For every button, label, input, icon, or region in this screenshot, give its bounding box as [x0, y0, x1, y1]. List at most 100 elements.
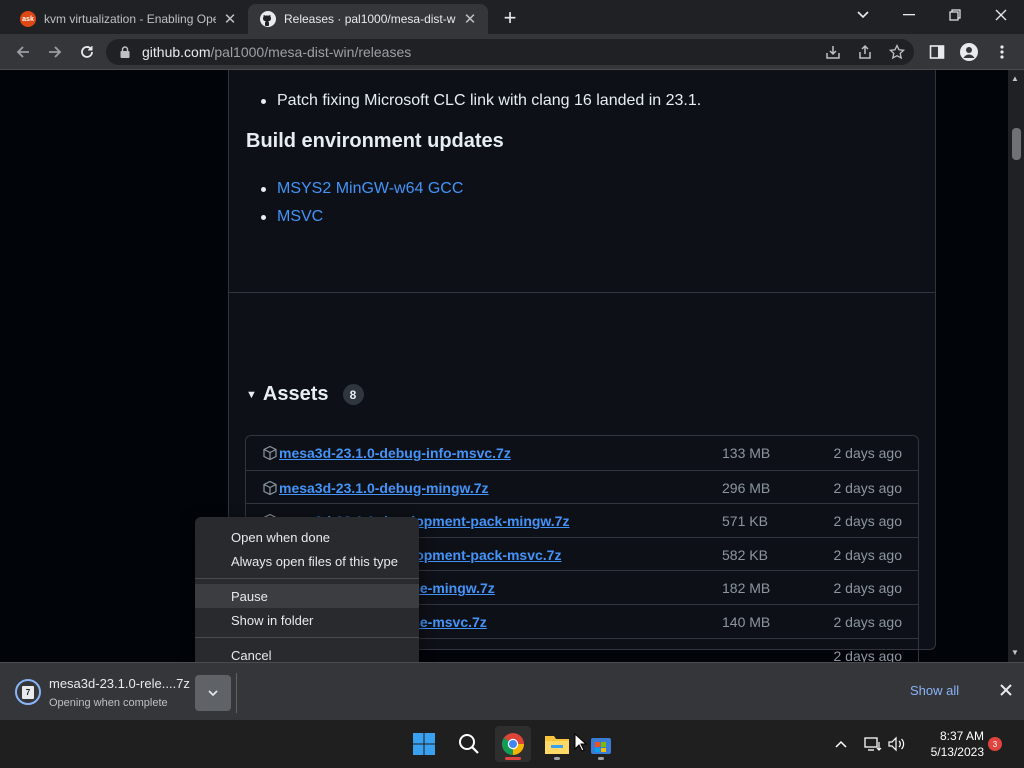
share-icon[interactable]	[852, 39, 878, 65]
new-tab-button[interactable]: +	[498, 5, 522, 30]
screen: ask kvm virtualization - Enabling Ope ✕ …	[0, 0, 1024, 768]
start-button[interactable]	[406, 726, 442, 762]
tab-search-icon[interactable]	[840, 0, 886, 30]
tab-title: Releases · pal1000/mesa-dist-win	[284, 12, 456, 26]
asset-date: 2 days ago	[833, 647, 903, 662]
menu-item-show-in-folder[interactable]: Show in folder	[195, 608, 419, 632]
asset-date: 2 days ago	[833, 613, 903, 630]
scroll-down-icon[interactable]: ▼	[1011, 648, 1019, 657]
github-icon	[260, 11, 276, 27]
assets-count-badge: 8	[342, 384, 364, 405]
install-app-icon[interactable]	[820, 39, 846, 65]
back-button[interactable]	[10, 39, 36, 65]
page-scrollbar[interactable]: ▲ ▼	[1008, 70, 1024, 662]
close-tab-icon[interactable]: ✕	[222, 11, 238, 28]
asset-date: 2 days ago	[833, 479, 903, 496]
download-filename[interactable]: mesa3d-23.1.0-rele....7z	[49, 676, 190, 691]
clock-time: 8:37 AM	[939, 729, 984, 743]
bookmark-star-icon[interactable]	[884, 39, 910, 65]
menu-kebab-icon[interactable]	[989, 39, 1015, 65]
package-icon	[263, 480, 277, 495]
asset-date: 2 days ago	[833, 580, 903, 597]
show-all-button[interactable]: Show all	[910, 683, 959, 698]
file-explorer-button[interactable]	[539, 726, 575, 762]
package-icon	[263, 445, 277, 461]
build-env-heading: Build environment updates	[246, 130, 504, 152]
notification-badge[interactable]: 3	[988, 737, 1002, 751]
asset-size: 582 KB	[722, 546, 768, 563]
asset-row: mesa3d-23.1.0-debug-info-msvc.7z 133 MB 2 …	[246, 436, 918, 470]
section-divider	[229, 292, 935, 293]
minimize-button[interactable]	[886, 0, 932, 30]
download-shelf: 7 mesa3d-23.1.0-rele....7z Opening when …	[0, 662, 1024, 720]
build-env-item: MSVC	[257, 203, 463, 231]
assets-summary[interactable]: ▼ Assets 8	[246, 383, 364, 406]
store-button[interactable]	[583, 726, 619, 762]
forward-button[interactable]	[42, 39, 68, 65]
menu-item-open-when-done[interactable]: Open when done	[195, 525, 419, 549]
asset-date: 2 days ago	[833, 513, 903, 530]
asset-date: 2 days ago	[833, 445, 903, 461]
windows-logo-icon	[413, 733, 435, 755]
url-path: /pal1000/mesa-dist-win/releases	[210, 44, 412, 60]
running-app-indicator	[554, 757, 560, 760]
msvc-link[interactable]: MSVC	[277, 208, 323, 225]
lock-icon[interactable]	[120, 46, 134, 58]
caret-down-icon: ▼	[246, 388, 257, 401]
clock-date: 5/13/2023	[930, 745, 984, 759]
browser-toolbar: github.com/pal1000/mesa-dist-win/release…	[0, 34, 1024, 70]
side-panel-icon[interactable]	[924, 39, 950, 65]
close-shelf-icon[interactable]	[996, 680, 1016, 700]
mouse-cursor-icon	[574, 733, 588, 752]
asset-size: 182 MB	[722, 580, 771, 597]
ask-ubuntu-icon: ask	[20, 11, 36, 27]
system-clock[interactable]: 8:37 AM 5/13/2023	[918, 728, 984, 760]
archive-file-icon: 7	[22, 685, 34, 699]
asset-date: 2 days ago	[833, 546, 903, 563]
asset-link[interactable]: mesa3d-23.1.0-debug-mingw.7z	[279, 480, 489, 496]
download-options-button[interactable]	[195, 675, 231, 711]
tray-overflow-icon[interactable]	[830, 720, 852, 768]
close-tab-icon[interactable]: ✕	[462, 11, 478, 28]
asset-link[interactable]: mesa3d-23.1.0-debug-info-msvc.7z	[279, 445, 511, 461]
asset-size: 571 KB	[722, 513, 768, 530]
volume-icon[interactable]	[886, 720, 908, 768]
profile-icon[interactable]	[956, 39, 982, 65]
url-host: github.com	[142, 44, 211, 60]
store-icon	[591, 738, 611, 754]
tab-ask-ubuntu[interactable]: ask kvm virtualization - Enabling Ope ✕	[8, 4, 248, 34]
network-icon[interactable]	[862, 720, 884, 768]
scroll-up-icon[interactable]: ▲	[1011, 74, 1019, 83]
tab-github-releases[interactable]: Releases · pal1000/mesa-dist-win ✕	[248, 4, 488, 34]
address-bar[interactable]: github.com/pal1000/mesa-dist-win/release…	[106, 39, 914, 65]
close-window-button[interactable]	[978, 0, 1024, 30]
release-notes-list: Patch fixing Microsoft CLC link with cla…	[257, 87, 701, 115]
tab-title: kvm virtualization - Enabling Ope	[44, 12, 216, 26]
shelf-divider	[236, 673, 237, 713]
msys2-link[interactable]: MSYS2 MinGW-w64 GCC	[277, 180, 463, 197]
restore-button[interactable]	[932, 0, 978, 30]
release-note-item: Patch fixing Microsoft CLC link with cla…	[257, 87, 701, 115]
build-env-list: MSYS2 MinGW-w64 GCC MSVC	[257, 175, 463, 231]
search-button[interactable]	[451, 726, 487, 762]
scrollbar-thumb[interactable]	[1012, 128, 1021, 160]
windows-taskbar: 8:37 AM 5/13/2023	[0, 720, 1024, 768]
menu-item-pause[interactable]: Pause	[195, 584, 419, 608]
download-status: Opening when complete	[49, 697, 168, 709]
assets-title: Assets	[262, 383, 329, 405]
running-app-indicator	[598, 757, 604, 760]
folder-icon	[545, 736, 569, 754]
asset-size: 133 MB	[722, 445, 771, 461]
search-icon	[459, 734, 479, 754]
chrome-icon	[502, 733, 524, 755]
menu-item-always-open[interactable]: Always open files of this type	[195, 549, 419, 573]
download-context-menu: Open when done Always open files of this…	[195, 517, 419, 673]
asset-size: 140 MB	[722, 613, 771, 630]
download-progress-icon[interactable]: 7	[15, 679, 41, 705]
asset-row: mesa3d-23.1.0-debug-mingw.7z 296 MB 2 days…	[246, 469, 918, 504]
reload-button[interactable]	[74, 39, 100, 65]
active-app-indicator	[505, 757, 521, 760]
chrome-taskbar-button[interactable]	[495, 726, 531, 762]
menu-separator	[195, 578, 419, 579]
page-viewport: Patch fixing Microsoft CLC link with cla…	[0, 70, 1024, 662]
